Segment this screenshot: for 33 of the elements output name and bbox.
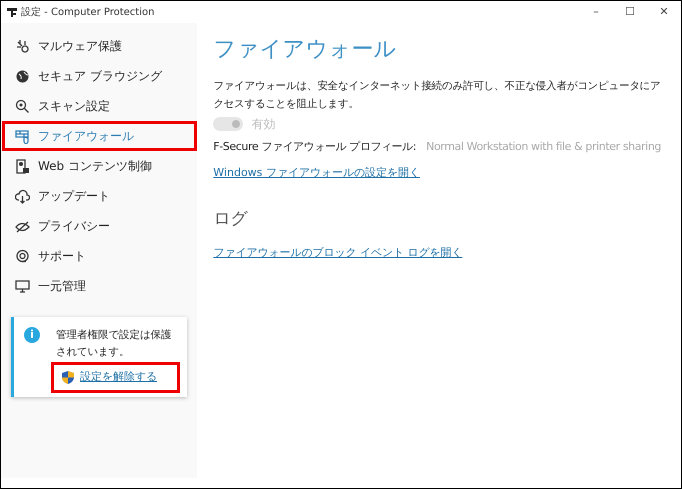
sidebar-item[interactable]: スキャン設定 [2, 91, 198, 121]
sidebar-item[interactable]: プライバシー [2, 211, 198, 241]
maximize-button[interactable]: ☐ [613, 1, 647, 23]
sidebar-item[interactable]: マルウェア保護 [2, 31, 198, 61]
close-button[interactable]: ✕ [647, 1, 681, 23]
eye-icon [15, 218, 30, 234]
magnifier-icon [15, 98, 30, 114]
sidebar-item[interactable]: 一元管理 [2, 271, 198, 301]
profile-label: F-Secure ファイアウォール プロフィール: [213, 139, 416, 156]
sidebar-item[interactable]: Web コンテンツ制御 [2, 151, 198, 181]
globe-icon [15, 68, 30, 84]
shield-icon [62, 370, 74, 384]
sidebar-item[interactable]: ファイアウォール [2, 121, 198, 151]
event-log-link[interactable]: ファイアウォールのブロック イベント ログを開く [213, 244, 462, 262]
bug-icon [15, 38, 30, 54]
cloud-icon [15, 188, 30, 204]
minimize-button[interactable]: – [579, 1, 613, 23]
description-text: ファイアウォールは、安全なインターネット接続のみ許可し、不正な侵入者がコンピュータにアクセスすることを阻止します。 [213, 79, 661, 112]
window-title: 設定 - Computer Protection [21, 6, 154, 20]
app-logo-icon [7, 8, 17, 16]
toggle-label: 有効 [251, 116, 276, 134]
section-title: ログ [213, 208, 249, 232]
monitor-icon [15, 278, 30, 294]
notice-text: 管理者権限で設定は保護されています。 [56, 328, 172, 360]
sidebar-item[interactable]: サポート [2, 241, 198, 271]
profile-value: Normal Workstation with file & printer sharing [426, 139, 661, 156]
page-icon [15, 158, 30, 174]
sidebar-item[interactable]: セキュア ブラウジング [2, 61, 198, 91]
windows-firewall-link[interactable]: Windows ファイアウォールの設定を開く [213, 164, 420, 182]
info-icon: i [24, 327, 40, 343]
sidebar-item[interactable]: アップデート [2, 181, 198, 211]
wall-icon [15, 128, 30, 144]
page-title: ファイアウォール [213, 37, 398, 64]
